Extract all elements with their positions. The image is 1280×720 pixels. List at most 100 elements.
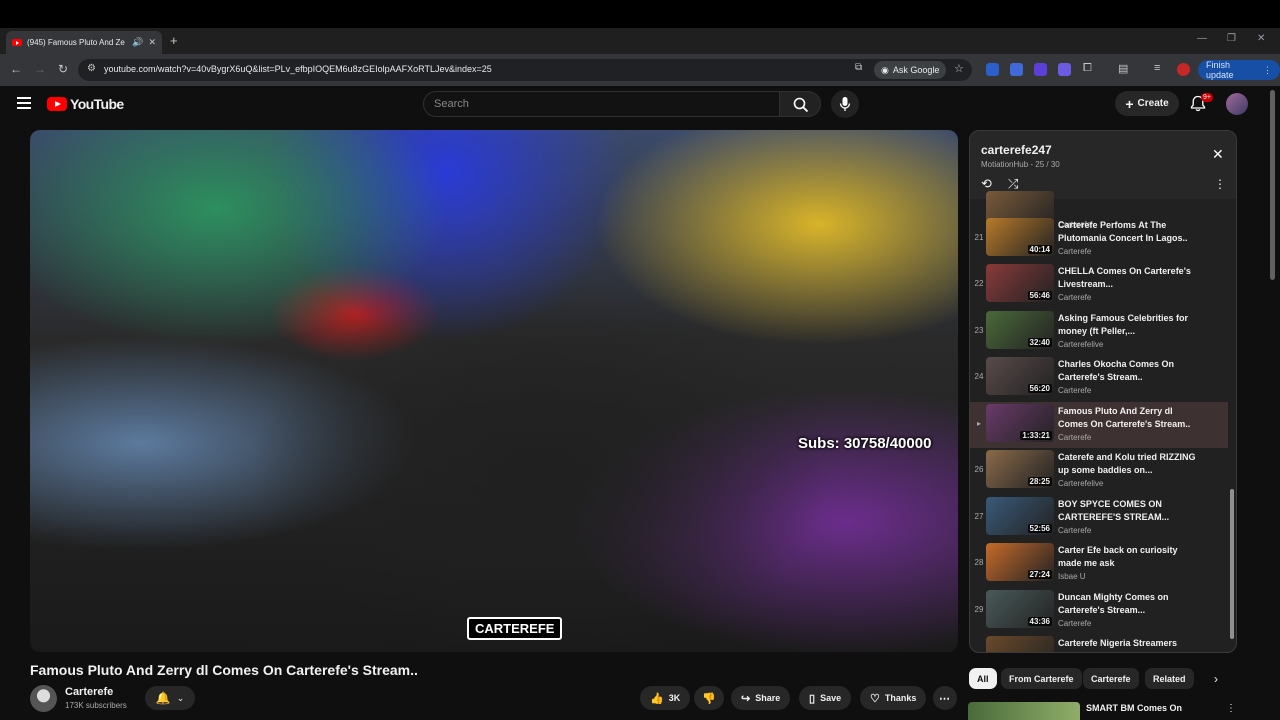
extensions-puzzle-icon[interactable]: ⧠ (1083, 62, 1092, 75)
playlist-item[interactable]: ▸ 1:33:21 Famous Pluto And Zerry dl Come… (970, 402, 1228, 448)
install-icon[interactable]: ⧉ (855, 62, 862, 73)
item-index: 29 (974, 605, 984, 614)
site-info-icon[interactable]: ⚙ (87, 63, 96, 74)
restore-icon[interactable]: ❐ (1227, 33, 1236, 44)
share-button[interactable]: ↪ Share (731, 686, 791, 710)
playlist-title[interactable]: carterefe247 (981, 143, 1052, 157)
item-channel: Carterefelive (1058, 479, 1104, 488)
item-channel: Carterefe (1058, 386, 1092, 395)
create-button[interactable]: + Create (1115, 91, 1179, 116)
lens-icon: ◉ (881, 64, 889, 75)
thanks-button[interactable]: ♡ Thanks (860, 686, 927, 710)
item-title[interactable]: Duncan Mighty Comes on Carterefe's Strea… (1058, 591, 1198, 617)
item-title[interactable]: Asking Famous Celebrities for money (ft … (1058, 312, 1198, 338)
item-title[interactable]: Charles Okocha Comes On Carterefe's Stre… (1058, 358, 1198, 384)
twitch-overlay: CARTEREFE (467, 617, 563, 640)
speaker-icon[interactable]: 🔊 (132, 37, 143, 48)
chip[interactable]: Related (1145, 668, 1194, 689)
playlist-panel: carterefe247 MotiationHub - 25 / 30 ✕ ⟲ … (969, 130, 1237, 653)
channel-name[interactable]: Carterefe (65, 686, 113, 698)
extension-icon[interactable] (1058, 63, 1071, 76)
dislike-button[interactable]: 👎 (694, 686, 724, 710)
thanks-label: Thanks (884, 693, 917, 703)
sidepanel-icon[interactable]: ▤ (1118, 62, 1128, 75)
save-button[interactable]: ▯ Save (799, 686, 852, 710)
playlist-item[interactable]: 24 56:20 Charles Okocha Comes On Cartere… (970, 355, 1228, 401)
extension-icon[interactable] (1034, 63, 1047, 76)
channel-avatar[interactable] (30, 685, 57, 712)
logo-text: YouTube (70, 96, 124, 112)
browser-tab[interactable]: (945) Famous Pluto And Ze 🔊 ✕ (6, 31, 162, 54)
item-duration: 27:24 (1027, 570, 1052, 579)
item-thumbnail[interactable]: 40:14 (986, 218, 1054, 256)
menu-icon[interactable] (17, 97, 31, 109)
item-index: 26 (974, 465, 984, 474)
item-thumbnail[interactable]: 56:46 (986, 264, 1054, 302)
extension-icon[interactable] (986, 63, 999, 76)
close-window-icon[interactable]: ✕ (1257, 33, 1265, 44)
playlist-scrollbar[interactable] (1228, 199, 1236, 652)
item-index: 24 (974, 372, 984, 381)
item-thumbnail[interactable]: 43:36 (986, 590, 1054, 628)
page-scrollbar[interactable] (1270, 90, 1275, 280)
like-button[interactable]: 👍 3K (640, 686, 690, 710)
close-icon[interactable]: ✕ (1212, 146, 1224, 163)
forward-icon[interactable]: → (34, 62, 46, 76)
close-tab-icon[interactable]: ✕ (148, 37, 156, 48)
video-player[interactable]: Subs: 30758/40000 CARTEREFE (30, 130, 958, 652)
bookmark-star-icon[interactable]: ☆ (954, 62, 964, 75)
playlist-item[interactable]: 28 27:24 Carter Efe back on curiosity ma… (970, 541, 1228, 587)
item-thumbnail[interactable]: 1:33:21 (986, 404, 1054, 442)
playlist-item[interactable]: 27 52:56 BOY SPYCE COMES ON CARTEREFE'S … (970, 495, 1228, 541)
item-title[interactable]: BOY SPYCE COMES ON CARTEREFE'S STREAM... (1058, 498, 1198, 524)
account-avatar[interactable] (1226, 93, 1248, 115)
item-thumbnail[interactable]: 32:40 (986, 311, 1054, 349)
playlist-item[interactable]: Carterefe Nigeria Streamers (970, 634, 1228, 652)
chip[interactable]: All (969, 668, 997, 689)
item-thumbnail[interactable] (986, 636, 1054, 652)
next-video-thumbnail[interactable] (968, 702, 1080, 720)
tab-title: (945) Famous Pluto And Ze (27, 38, 125, 47)
url-text[interactable]: youtube.com/watch?v=40vBygrX6uQ&list=PLv… (104, 64, 492, 74)
item-title[interactable]: Carterefe Nigeria Streamers (1058, 637, 1198, 650)
playlist-item[interactable]: 22 56:46 CHELLA Comes On Carterefe's Liv… (970, 262, 1228, 308)
playlist-item[interactable]: 26 28:25 Caterefe and Kolu tried RIZZING… (970, 448, 1228, 494)
profile-avatar-icon[interactable] (1177, 63, 1190, 76)
back-icon[interactable]: ← (10, 62, 22, 76)
item-title[interactable]: Carterefe Perfoms At The Plutomania Conc… (1058, 219, 1198, 245)
item-thumbnail[interactable]: 27:24 (986, 543, 1054, 581)
chevron-right-icon[interactable]: › (1214, 672, 1218, 686)
playlist-item[interactable]: 23 32:40 Asking Famous Celebrities for m… (970, 309, 1228, 355)
playlist-item[interactable]: 21 40:14 Carterefe Perfoms At The Plutom… (970, 216, 1228, 262)
item-title[interactable]: Famous Pluto And Zerry dl Comes On Carte… (1058, 405, 1198, 431)
finish-update-button[interactable]: Finish update ⋮ (1198, 60, 1280, 80)
item-thumbnail[interactable]: 52:56 (986, 497, 1054, 535)
youtube-favicon-icon (12, 39, 22, 46)
more-actions-button[interactable]: ⋯ (933, 686, 957, 710)
voice-search-button[interactable] (831, 90, 859, 118)
scroll-thumb[interactable] (1230, 489, 1234, 639)
search-button[interactable] (779, 91, 821, 117)
search-input[interactable]: Search (423, 91, 780, 117)
item-title[interactable]: CHELLA Comes On Carterefe's Livestream..… (1058, 265, 1198, 291)
cast-icon[interactable]: ≡ (1154, 62, 1160, 74)
item-title[interactable]: Caterefe and Kolu tried RIZZING up some … (1058, 451, 1198, 477)
chip[interactable]: Carterefe (1083, 668, 1139, 689)
minimize-icon[interactable]: — (1197, 33, 1207, 44)
reload-icon[interactable]: ↻ (58, 62, 68, 76)
extension-icon[interactable] (1010, 63, 1023, 76)
item-thumbnail[interactable]: 28:25 (986, 450, 1054, 488)
item-title[interactable]: Carter Efe back on curiosity made me ask (1058, 544, 1198, 570)
item-channel: Carterefe (1058, 293, 1092, 302)
item-thumbnail[interactable]: 56:20 (986, 357, 1054, 395)
new-tab-icon[interactable]: + (170, 33, 178, 48)
youtube-logo[interactable]: YouTube (47, 96, 124, 112)
omnibox[interactable]: ⚙ youtube.com/watch?v=40vBygrX6uQ&list=P… (78, 59, 972, 81)
chip[interactable]: From Carterefe (1001, 668, 1082, 689)
next-video-title[interactable]: SMART BM Comes On (1086, 703, 1182, 713)
ask-google-button[interactable]: ◉ Ask Google (874, 61, 947, 79)
playlist-item[interactable]: 29 43:36 Duncan Mighty Comes on Carteref… (970, 588, 1228, 634)
save-playlist-icon: ▯ (809, 692, 816, 705)
more-vert-icon[interactable]: ⋮ (1226, 703, 1236, 714)
subscription-bell-button[interactable]: 🔔 ⌄ (145, 686, 195, 710)
